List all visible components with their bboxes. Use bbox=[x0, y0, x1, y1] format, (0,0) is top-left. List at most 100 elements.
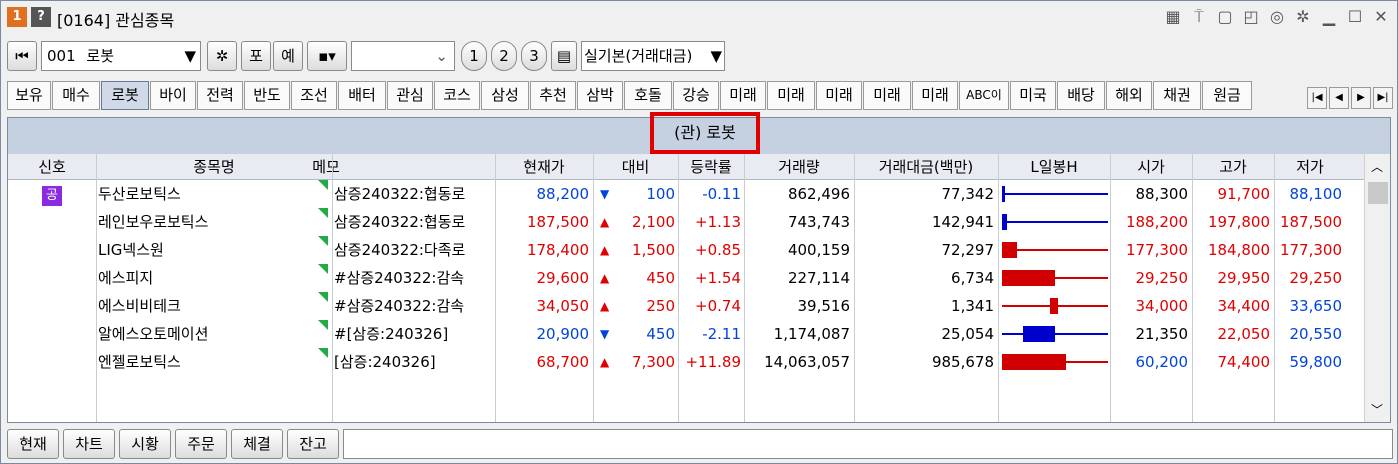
tab-group[interactable]: 추천 bbox=[530, 81, 576, 110]
tab-group[interactable]: 관심 bbox=[387, 81, 433, 110]
column-header-cell[interactable]: 신호 bbox=[8, 154, 96, 180]
stock-name[interactable]: 알에스오토메이션 bbox=[98, 320, 318, 348]
stock-name[interactable]: 에스피지 bbox=[98, 264, 318, 292]
column-header-cell[interactable]: 시가 bbox=[1110, 154, 1192, 180]
layout-icon[interactable]: ▦ bbox=[1163, 6, 1183, 28]
bottom-tab-0[interactable]: 현재 bbox=[7, 429, 59, 459]
tab-group[interactable]: 채권 bbox=[1153, 81, 1201, 110]
tab-group[interactable]: 배당 bbox=[1057, 81, 1105, 110]
tab-group[interactable]: 보유 bbox=[7, 81, 51, 110]
view-select[interactable]: 실기본(거래대금) ▼ bbox=[581, 41, 725, 71]
change-direction-icon: ▲ bbox=[600, 355, 610, 369]
prev-page-icon[interactable]: ◀ bbox=[1329, 87, 1349, 109]
stock-name[interactable]: LIG넥스원 bbox=[98, 236, 318, 264]
tab-group[interactable]: 해외 bbox=[1106, 81, 1152, 110]
memo-cell[interactable]: [삼증:240326] bbox=[334, 348, 494, 376]
camera-icon[interactable]: ◎ bbox=[1267, 6, 1287, 28]
copy-icon[interactable]: ◰ bbox=[1241, 6, 1261, 28]
bottom-tab-5[interactable]: 잔고 bbox=[287, 429, 339, 459]
group-select[interactable]: 001 로봇 ▼ bbox=[41, 41, 201, 71]
tab-group[interactable]: 로봇 bbox=[101, 81, 149, 110]
stock-name[interactable]: 레인보우로보틱스 bbox=[98, 208, 318, 236]
table-row[interactable]: LIG넥스원 삼증240322:다족로 178,400 ▲ 1,500 +0.85 400,… bbox=[8, 236, 1364, 264]
bottom-tab-3[interactable]: 주문 bbox=[175, 429, 227, 459]
tab-group[interactable]: 미래 bbox=[863, 81, 911, 110]
scroll-down-icon[interactable]: ﹀ bbox=[1371, 401, 1383, 418]
volume: 743,743 bbox=[787, 213, 850, 231]
memo-cell[interactable]: #삼증240322:감속 bbox=[334, 264, 494, 292]
first-page-icon[interactable]: |◀ bbox=[1307, 87, 1327, 109]
scroll-thumb[interactable] bbox=[1368, 182, 1388, 204]
document-icon[interactable]: ▤ bbox=[551, 41, 577, 71]
tab-group[interactable]: 배터 bbox=[338, 81, 386, 110]
column-header-cell[interactable]: 저가 bbox=[1274, 154, 1346, 180]
close-icon[interactable]: ✕ bbox=[1371, 6, 1391, 28]
bottom-tab-2[interactable]: 시황 bbox=[119, 429, 171, 459]
next-page-icon[interactable]: ▶ bbox=[1351, 87, 1371, 109]
tab-group[interactable]: 코스 bbox=[434, 81, 480, 110]
tab-group[interactable]: 조선 bbox=[291, 81, 337, 110]
tab-group[interactable]: ABC이 bbox=[959, 81, 1009, 110]
tab-group[interactable]: 삼성 bbox=[481, 81, 529, 110]
page-1-button[interactable]: 1 bbox=[461, 41, 487, 71]
column-header-cell[interactable]: 거래대금(백만) bbox=[854, 154, 998, 180]
memo-cell[interactable]: 삼증240322:협동로 bbox=[334, 208, 494, 236]
bottom-tab-1[interactable]: 차트 bbox=[63, 429, 115, 459]
column-header-cell[interactable]: 고가 bbox=[1192, 154, 1274, 180]
memo-cell[interactable]: 삼증240322:협동로 bbox=[334, 180, 494, 208]
column-header-cell[interactable]: 등락률 bbox=[678, 154, 744, 180]
table-row[interactable]: 엔젤로보틱스 [삼증:240326] 68,700 ▲ 7,300 +11.89 14,06… bbox=[8, 348, 1364, 376]
link-icon[interactable]: ▢ bbox=[1215, 6, 1235, 28]
pin-icon[interactable]: ⍑ bbox=[1189, 6, 1209, 28]
tab-group[interactable]: 미래 bbox=[767, 81, 815, 110]
column-header-cell[interactable]: L일봉H bbox=[998, 154, 1110, 180]
first-group-button[interactable]: ⏮ bbox=[7, 41, 37, 71]
code-search-input[interactable]: ⌄ bbox=[351, 41, 455, 71]
scroll-up-icon[interactable]: ︿ bbox=[1371, 158, 1383, 175]
stock-name[interactable]: 에스비비테크 bbox=[98, 292, 318, 320]
tab-group[interactable]: 미래 bbox=[912, 81, 958, 110]
table-row[interactable]: 레인보우로보틱스 삼증240322:협동로 187,500 ▲ 2,100 +1.13 74… bbox=[8, 208, 1364, 236]
display-mode-button[interactable]: ▪▾ bbox=[307, 41, 347, 71]
maximize-icon[interactable]: ☐ bbox=[1345, 6, 1365, 28]
tab-group[interactable]: 바이 bbox=[150, 81, 196, 110]
column-header-cell[interactable]: 현재가 bbox=[495, 154, 593, 180]
table-row[interactable]: 에스피지 #삼증240322:감속 29,600 ▲ 450 +1.54 227,114 6,… bbox=[8, 264, 1364, 292]
tab-group[interactable]: 미래 bbox=[816, 81, 862, 110]
tab-group[interactable]: 원금 bbox=[1202, 81, 1252, 110]
tab-group[interactable]: 전력 bbox=[197, 81, 243, 110]
help-icon[interactable]: ? bbox=[31, 7, 51, 27]
tab-group[interactable]: 삼박 bbox=[577, 81, 623, 110]
page-2-button[interactable]: 2 bbox=[491, 41, 517, 71]
table-row[interactable]: 에스비비테크 #삼증240322:감속 34,050 ▲ 250 +0.74 39,516 1… bbox=[8, 292, 1364, 320]
tab-group[interactable]: 미래 bbox=[720, 81, 766, 110]
tab-group[interactable]: 반도 bbox=[244, 81, 290, 110]
memo-cell[interactable]: #삼증240322:감속 bbox=[334, 292, 494, 320]
memo-cell[interactable]: 삼증240322:다족로 bbox=[334, 236, 494, 264]
column-header: 신호 종목명 메모 현재가 대비 등락률 거래량 거래대금(백만) L일봉H 시가 고가 저가 bbox=[8, 154, 1390, 180]
tab-group[interactable]: 호돌 bbox=[624, 81, 672, 110]
signal-badge[interactable]: 공 bbox=[42, 186, 62, 206]
bottom-tab-4[interactable]: 체결 bbox=[231, 429, 283, 459]
stock-name[interactable]: 엔젤로보틱스 bbox=[98, 348, 318, 376]
tab-group[interactable]: 매수 bbox=[52, 81, 100, 110]
table-row[interactable]: 공 두산로보틱스 삼증240322:협동로 88,200 ▼ 100 -0.11 862,49… bbox=[8, 180, 1364, 208]
last-page-icon[interactable]: ▶| bbox=[1373, 87, 1393, 109]
vertical-scrollbar[interactable]: ︿ ﹀ bbox=[1364, 154, 1390, 422]
gear-icon[interactable]: ✲ bbox=[1293, 6, 1313, 28]
page-3-button[interactable]: 3 bbox=[521, 41, 547, 71]
minimize-icon[interactable]: ▁ bbox=[1319, 6, 1339, 28]
table-row[interactable]: 알에스오토메이션 #[삼증:240326] 20,900 ▼ 450 -2.11 1,174… bbox=[8, 320, 1364, 348]
tab-group[interactable]: 미국 bbox=[1010, 81, 1056, 110]
settings-button[interactable]: ✲ bbox=[207, 41, 237, 71]
memo-cell[interactable]: #[삼증:240326] bbox=[334, 320, 494, 348]
column-header-cell[interactable]: 대비 bbox=[593, 154, 678, 180]
column-header-cell[interactable]: 메모 bbox=[244, 154, 408, 180]
screen-number-icon[interactable]: 1 bbox=[7, 7, 27, 27]
stock-name[interactable]: 두산로보틱스 bbox=[98, 180, 318, 208]
po-button[interactable]: 포 bbox=[241, 41, 271, 71]
low-price: 20,550 bbox=[1289, 325, 1343, 343]
ye-button[interactable]: 예 bbox=[273, 41, 303, 71]
tab-group[interactable]: 강승 bbox=[673, 81, 719, 110]
column-header-cell[interactable]: 거래량 bbox=[744, 154, 854, 180]
